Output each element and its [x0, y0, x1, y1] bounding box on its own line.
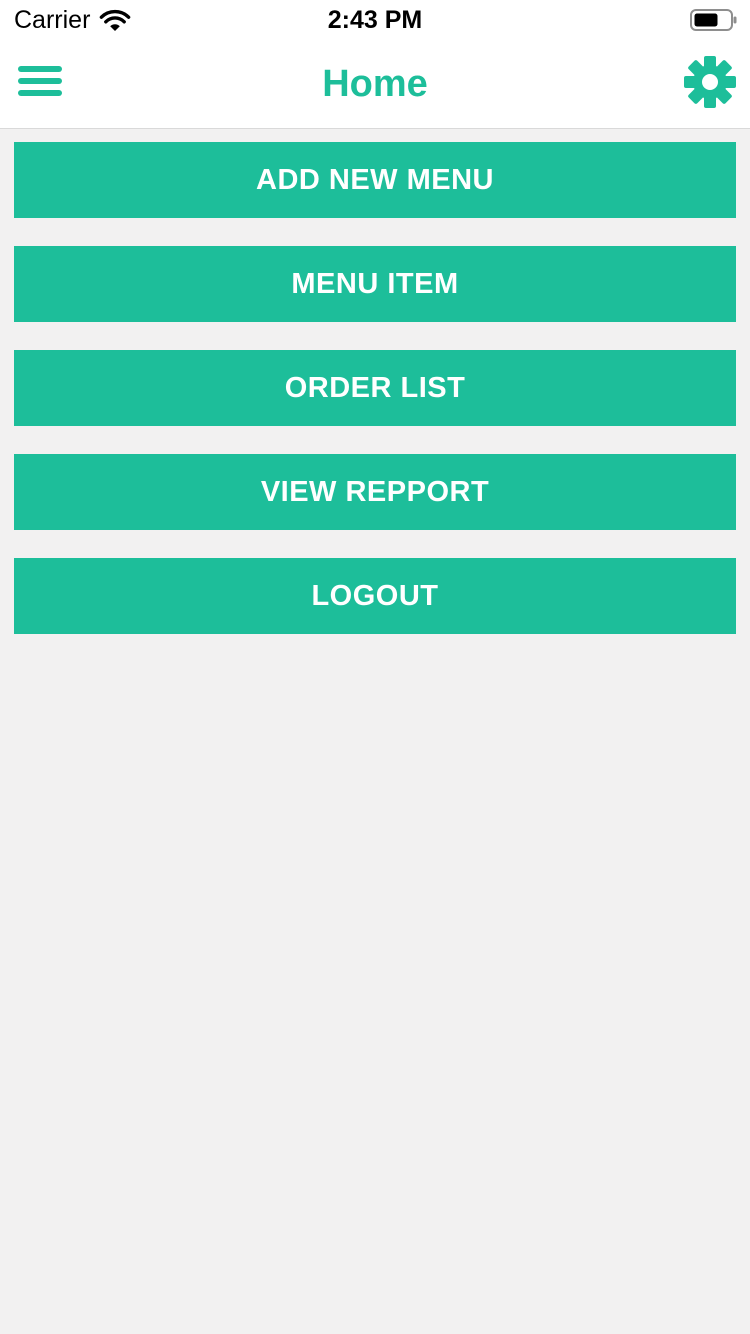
gear-icon[interactable] — [684, 56, 736, 108]
status-time: 2:43 PM — [327, 6, 423, 34]
order-list-button[interactable]: ORDER LIST — [14, 350, 736, 426]
add-new-menu-button[interactable]: ADD NEW MENU — [14, 142, 736, 218]
menu-item-button[interactable]: MENU ITEM — [14, 246, 736, 322]
menu-button-list: ADD NEW MENU MENU ITEM ORDER LIST VIEW R… — [14, 142, 736, 662]
battery-icon — [690, 9, 737, 31]
status-bar: Carrier 2:43 PM — [0, 0, 750, 40]
navigation-bar: Home — [0, 40, 750, 129]
logout-button[interactable]: LOGOUT — [14, 558, 736, 634]
page-title: Home — [322, 63, 428, 105]
view-report-button[interactable]: VIEW REPPORT — [14, 454, 736, 530]
